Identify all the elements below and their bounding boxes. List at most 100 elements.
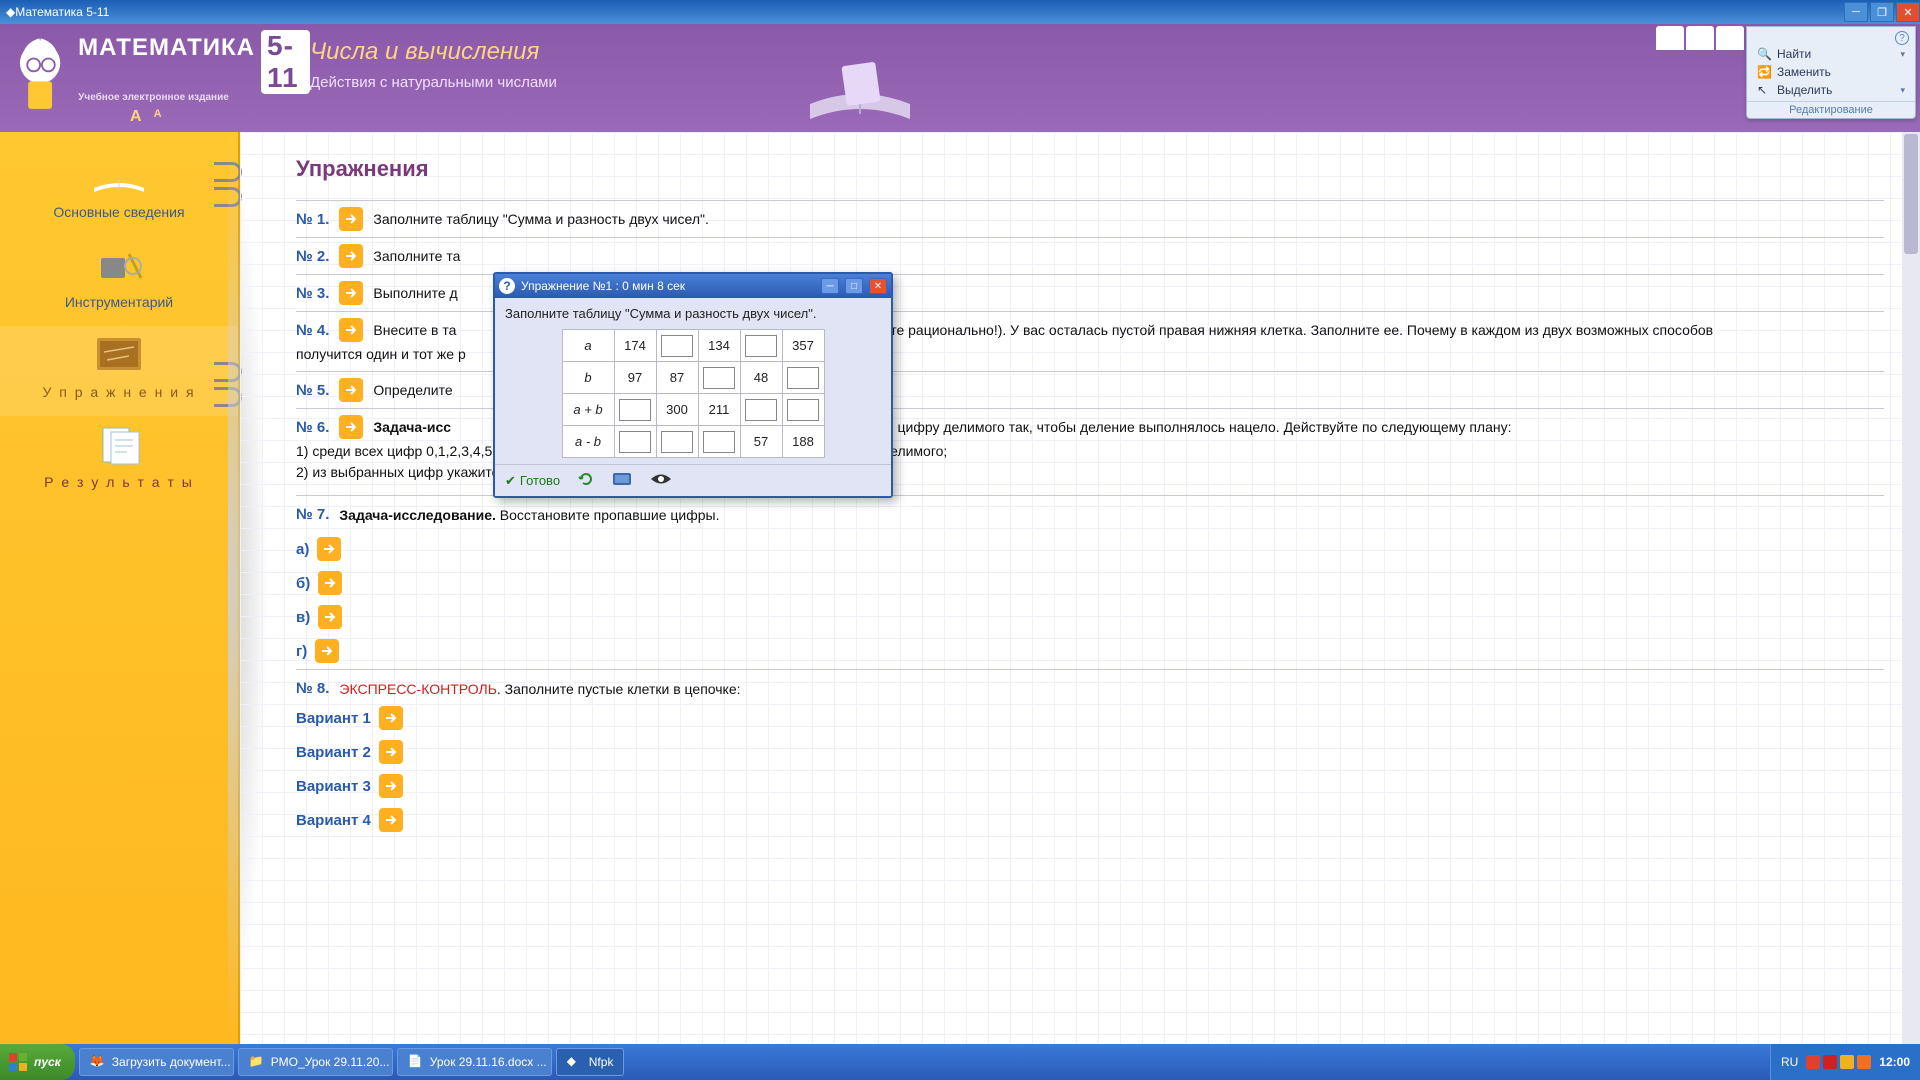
- taskbar-item[interactable]: 🦊Загрузить документ...: [79, 1048, 234, 1076]
- exercise-text: ЭКСПРЕСС-КОНТРОЛЬ. Заполните пустые клет…: [339, 681, 740, 697]
- replace-button[interactable]: 🔁 Заменить: [1753, 63, 1909, 81]
- sidebar-item-tools[interactable]: Инструментарий: [0, 236, 238, 326]
- select-button[interactable]: ↖ Выделить ▾: [1753, 81, 1909, 99]
- exercise-table: a 174 134 357 b 97 87 48 a + b 300 211: [562, 329, 825, 458]
- font-decrease-button[interactable]: A: [154, 108, 162, 126]
- answer-input[interactable]: [745, 335, 777, 357]
- answer-input[interactable]: [661, 431, 693, 453]
- replace-label: Заменить: [1777, 65, 1831, 79]
- sidebar-item-label: Основные сведения: [0, 204, 238, 220]
- close-button[interactable]: ✕: [1896, 2, 1920, 22]
- find-button[interactable]: 🔍 Найти ▾: [1753, 45, 1909, 63]
- tray-icon[interactable]: [1857, 1055, 1871, 1069]
- start-label: пуск: [34, 1055, 61, 1069]
- exercise-text: Заполните та: [373, 248, 460, 264]
- start-button[interactable]: пуск: [0, 1044, 75, 1080]
- dialog-close-button[interactable]: ✕: [869, 278, 887, 294]
- tray-icon[interactable]: [1823, 1055, 1837, 1069]
- sidebar-item-exercises[interactable]: У п р а ж н е н и я: [0, 326, 238, 416]
- variant-label: Вариант 3: [296, 778, 371, 795]
- language-indicator[interactable]: RU: [1781, 1055, 1798, 1069]
- tray-icon[interactable]: [1806, 1055, 1820, 1069]
- open-exercise-button[interactable]: [379, 706, 403, 730]
- eye-button[interactable]: [650, 472, 672, 489]
- table-cell: [740, 394, 782, 426]
- open-exercise-button[interactable]: [379, 808, 403, 832]
- table-cell: 87: [656, 362, 698, 394]
- exercise-text: Выполните д: [373, 285, 457, 301]
- sidebar-item-results[interactable]: Р е з у л ь т а т ы: [0, 416, 238, 506]
- exercise-number: № 8.: [296, 680, 329, 697]
- open-exercise-button[interactable]: [318, 571, 342, 595]
- row-header: a + b: [562, 394, 614, 426]
- window-title: Математика 5-11: [15, 5, 1842, 19]
- help-button[interactable]: ?: [1895, 31, 1909, 45]
- open-exercise-button[interactable]: [379, 774, 403, 798]
- open-exercise-button[interactable]: [339, 378, 363, 402]
- taskbar-item-label: Nfpk: [589, 1055, 614, 1069]
- sub-item-label: г): [296, 643, 307, 660]
- minimize-button[interactable]: ─: [1844, 2, 1868, 22]
- taskbar-item[interactable]: 📁РМО_Урок 29.11.20...: [238, 1048, 393, 1076]
- taskbar-item-label: Урок 29.11.16.docx ...: [430, 1055, 547, 1069]
- open-exercise-button[interactable]: [339, 207, 363, 231]
- refresh-button[interactable]: [578, 471, 594, 490]
- table-cell: 134: [698, 330, 740, 362]
- answer-input[interactable]: [787, 399, 819, 421]
- ribbon-tab[interactable]: [1716, 26, 1744, 50]
- taskbar-item[interactable]: ◆ Nfpk: [556, 1048, 625, 1076]
- ribbon-tab[interactable]: [1656, 26, 1684, 50]
- app-icon: ◆: [567, 1054, 583, 1070]
- sidebar: Основные сведения Инструментарий У п р а…: [0, 132, 240, 1044]
- table-cell: [740, 330, 782, 362]
- tray-icons[interactable]: [1806, 1055, 1871, 1069]
- dialog-title: Упражнение №1 : 0 мин 8 сек: [521, 279, 815, 293]
- maximize-button[interactable]: ❐: [1870, 2, 1894, 22]
- tray-icon[interactable]: [1840, 1055, 1854, 1069]
- table-cell: [614, 426, 656, 458]
- answer-input[interactable]: [703, 431, 735, 453]
- answer-input[interactable]: [661, 335, 693, 357]
- open-exercise-button[interactable]: [339, 281, 363, 305]
- open-exercise-button[interactable]: [339, 415, 363, 439]
- table-cell: [782, 362, 824, 394]
- dialog-titlebar[interactable]: ? Упражнение №1 : 0 мин 8 сек ─ □ ✕: [495, 274, 891, 298]
- taskbar-item[interactable]: 📄Урок 29.11.16.docx ...: [397, 1048, 552, 1076]
- dialog-minimize-button[interactable]: ─: [821, 278, 839, 294]
- exercise-text: Задача-исследование. Восстановите пропав…: [339, 507, 719, 523]
- answer-input[interactable]: [787, 367, 819, 389]
- exercise-number: № 3.: [296, 285, 329, 302]
- table-cell: [614, 394, 656, 426]
- system-tray: RU 12:00: [1770, 1044, 1920, 1080]
- answer-input[interactable]: [619, 399, 651, 421]
- table-cell: 57: [740, 426, 782, 458]
- open-exercise-button[interactable]: [339, 318, 363, 342]
- keyboard-button[interactable]: [612, 472, 632, 489]
- clock[interactable]: 12:00: [1879, 1055, 1910, 1069]
- sidebar-item-label: У п р а ж н е н и я: [0, 384, 238, 400]
- dropdown-arrow-icon: ▾: [1900, 49, 1905, 60]
- open-exercise-button[interactable]: [317, 537, 341, 561]
- sidebar-item-basics[interactable]: Основные сведения: [0, 146, 238, 236]
- table-cell: 48: [740, 362, 782, 394]
- binoculars-icon: 🔍: [1757, 47, 1771, 61]
- tools-icon: [89, 242, 149, 290]
- ribbon-tab[interactable]: [1686, 26, 1714, 50]
- variant-label: Вариант 1: [296, 710, 371, 727]
- answer-input[interactable]: [619, 431, 651, 453]
- answer-input[interactable]: [703, 367, 735, 389]
- font-increase-button[interactable]: A: [130, 108, 142, 126]
- open-exercise-button[interactable]: [315, 639, 339, 663]
- page-title: Упражнения: [296, 156, 1884, 182]
- find-label: Найти: [1777, 47, 1811, 61]
- open-exercise-button[interactable]: [318, 605, 342, 629]
- dialog-maximize-button[interactable]: □: [845, 278, 863, 294]
- check-icon: ✔: [505, 473, 516, 489]
- open-exercise-button[interactable]: [379, 740, 403, 764]
- answer-input[interactable]: [745, 399, 777, 421]
- vertical-scrollbar[interactable]: [1902, 132, 1920, 1044]
- done-button[interactable]: ✔Готово: [505, 473, 560, 489]
- exercise-text: леднюю цифру делимого так, чтобы деление…: [841, 419, 1511, 435]
- sidebar-item-label: Р е з у л ь т а т ы: [0, 474, 238, 490]
- open-exercise-button[interactable]: [339, 244, 363, 268]
